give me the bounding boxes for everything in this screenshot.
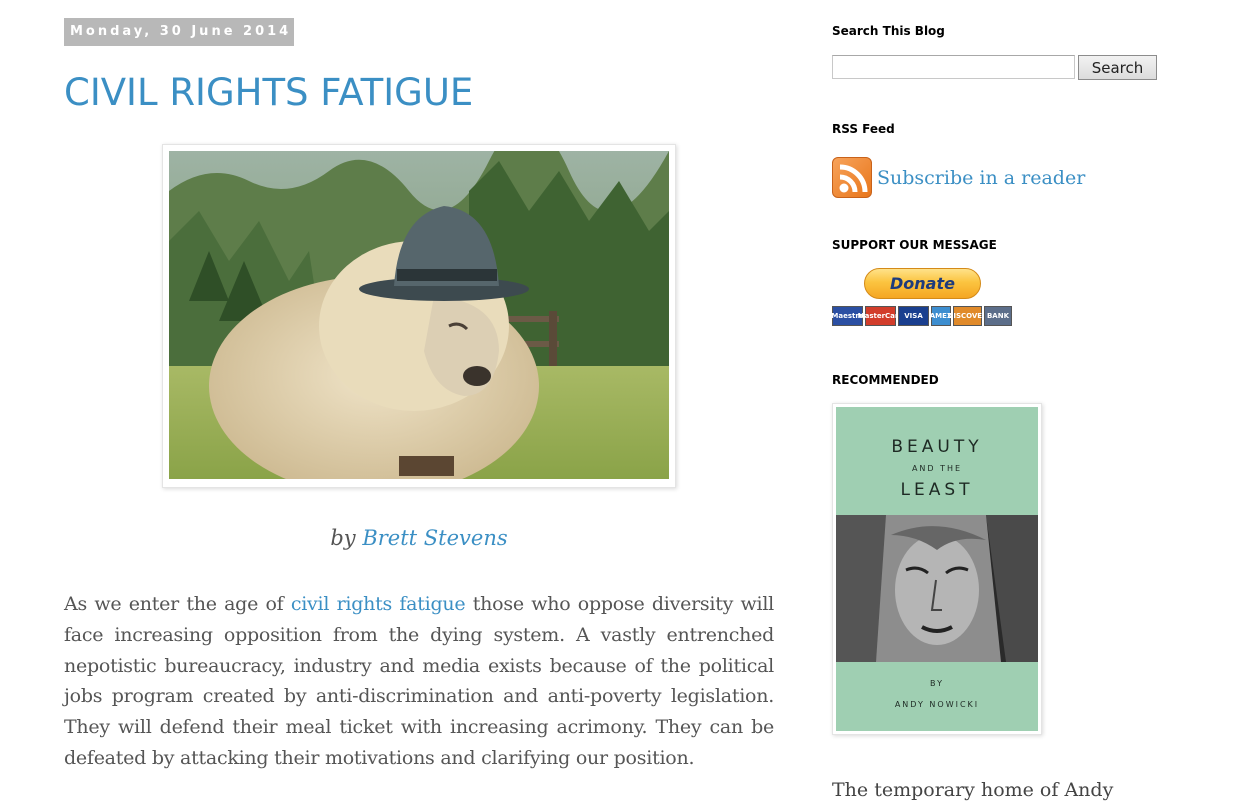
post-title[interactable]: CIVIL RIGHTS FATIGUE (64, 70, 784, 116)
recommended-book[interactable]: BEAUTY AND THE LEAST BY ANDY NOWICKI (832, 403, 1042, 735)
post-body: As we enter the age of civil rights fati… (64, 589, 774, 774)
book-cover[interactable]: BEAUTY AND THE LEAST BY ANDY NOWICKI (836, 407, 1038, 731)
donate-button[interactable]: Donate (864, 268, 981, 299)
civil-rights-fatigue-link[interactable]: civil rights fatigue (291, 593, 466, 615)
recommended-widget-title: RECOMMENDED (832, 373, 939, 387)
post-byline: by Brett Stevens (64, 526, 774, 550)
post-body-text-1: As we enter the age of (64, 593, 291, 615)
post-date-header: Monday, 30 June 2014 (64, 18, 294, 46)
mastercard-icon: MasterCard (858, 306, 903, 326)
rss-subscribe-row[interactable]: Subscribe in a reader (832, 157, 1085, 198)
search-button[interactable]: Search (1078, 55, 1157, 80)
payment-cards: Maestro MasterCard VISA AMEX DISCOVER BA… (831, 306, 1012, 326)
bank-icon: BANK (984, 306, 1012, 326)
subscribe-in-reader-link[interactable]: Subscribe in a reader (877, 167, 1085, 189)
visa-card-icon: VISA (898, 306, 929, 326)
book-title-line-2: AND THE (911, 464, 963, 473)
book-by: BY (930, 679, 944, 688)
sidebar-about-text: The temporary home of Andy (832, 779, 1114, 801)
author-link[interactable]: Brett Stevens (362, 526, 507, 550)
discover-card-icon: DISCOVER (948, 306, 987, 326)
rss-feed-icon[interactable] (832, 157, 872, 198)
search-input[interactable] (832, 55, 1075, 79)
post-image-frame[interactable] (162, 144, 676, 488)
search-widget-title: Search This Blog (832, 24, 945, 38)
book-title-line-1: BEAUTY (891, 437, 983, 457)
support-widget-title: SUPPORT OUR MESSAGE (832, 238, 997, 252)
book-author: ANDY NOWICKI (894, 700, 980, 709)
rss-widget-title: RSS Feed (832, 122, 895, 136)
byline-prefix: by (330, 526, 363, 550)
post-body-text-2: those who oppose diversity will face inc… (64, 593, 774, 769)
sheep-with-hat-image[interactable] (169, 151, 669, 479)
book-title-line-3: LEAST (900, 480, 974, 500)
book-cover-face-art (836, 510, 1038, 662)
